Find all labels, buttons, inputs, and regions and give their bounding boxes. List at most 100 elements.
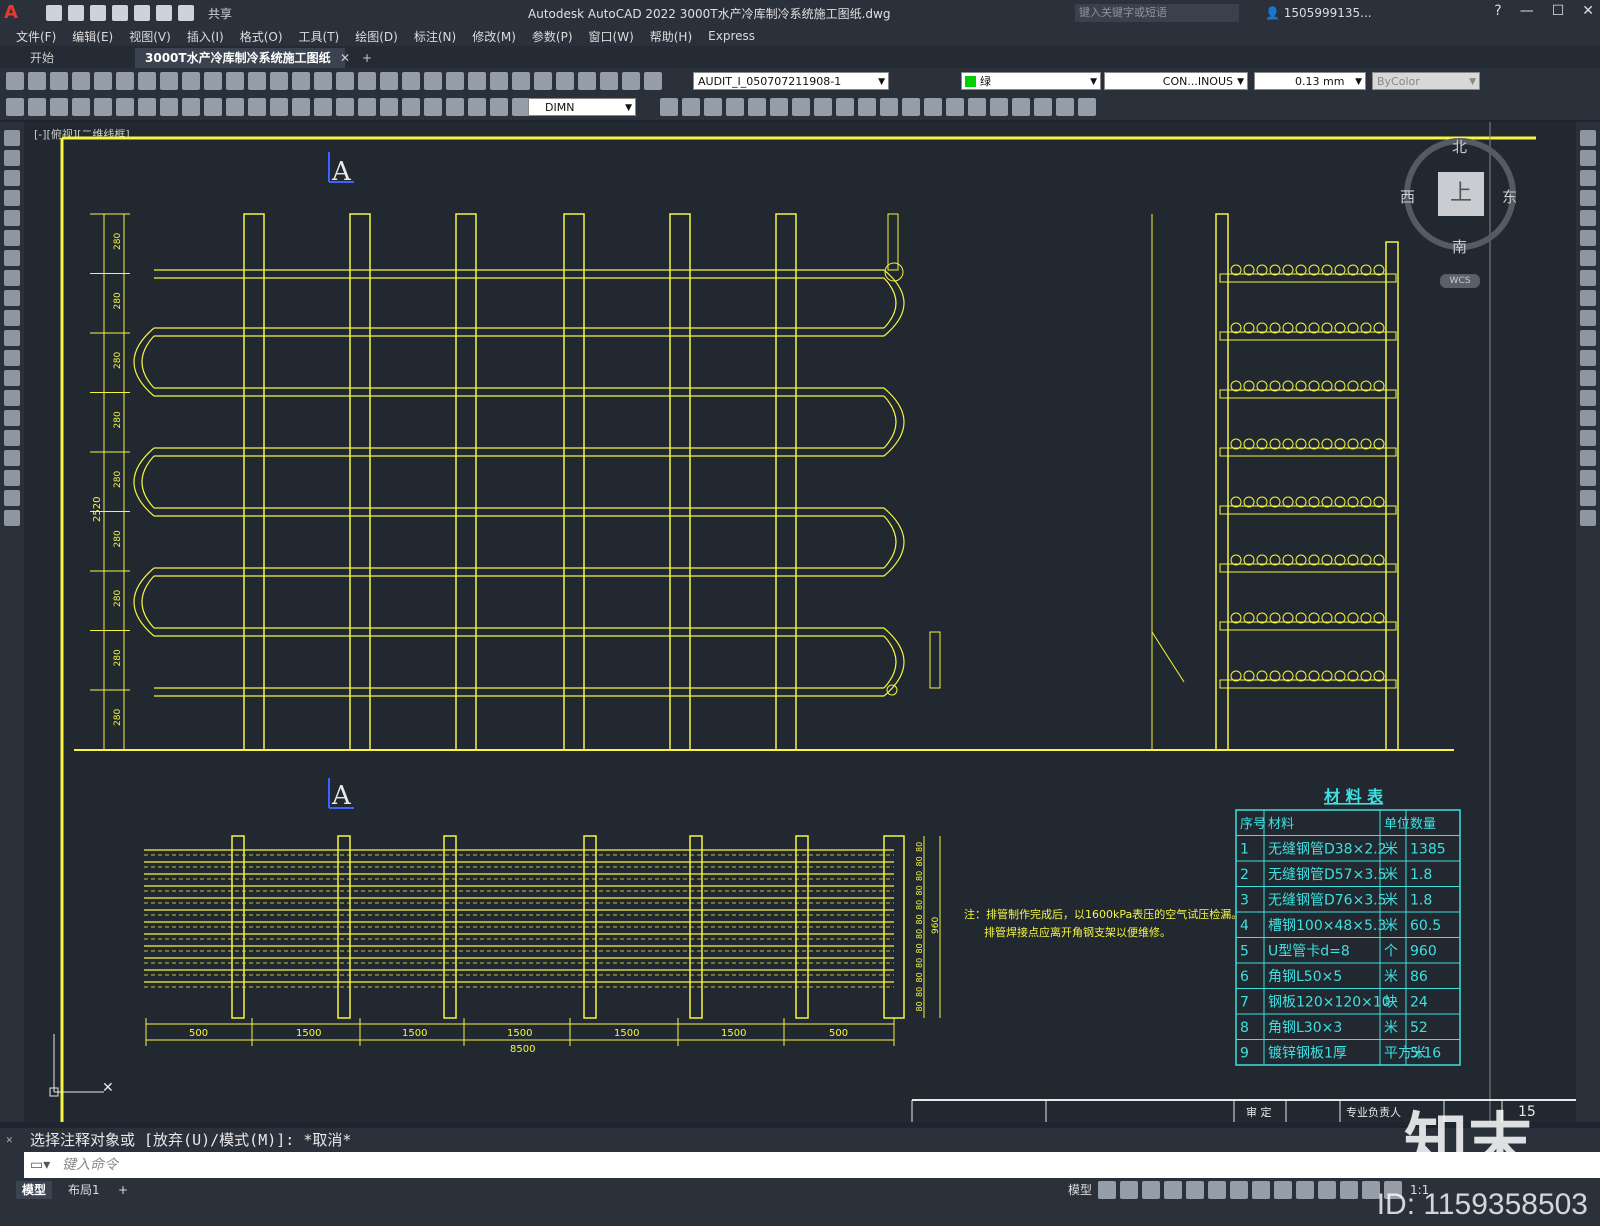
- side-tool-icon[interactable]: [4, 250, 20, 266]
- redo-icon[interactable]: [178, 5, 194, 21]
- side-tool-icon[interactable]: [4, 410, 20, 426]
- side-tool-icon[interactable]: [1580, 330, 1596, 346]
- dimension-tool-icon[interactable]: [314, 98, 332, 116]
- toolbar-tool-icon[interactable]: [160, 72, 178, 90]
- side-tool-icon[interactable]: [4, 190, 20, 206]
- side-tool-icon[interactable]: [4, 370, 20, 386]
- command-wrench-icon[interactable]: [0, 1152, 24, 1178]
- side-tool-icon[interactable]: [4, 330, 20, 346]
- toolbar-tool-icon[interactable]: [380, 72, 398, 90]
- tab-active-drawing[interactable]: 3000T水产冷库制冷系统施工图纸*: [135, 48, 345, 85]
- side-tool-icon[interactable]: [1580, 150, 1596, 166]
- viewcube-face-top[interactable]: 上: [1438, 172, 1484, 216]
- toolbar-tool-icon[interactable]: [446, 72, 464, 90]
- view-tool-icon[interactable]: [726, 98, 744, 116]
- dimension-tool-icon[interactable]: [94, 98, 112, 116]
- dimension-tool-icon[interactable]: [204, 98, 222, 116]
- menu-item[interactable]: 编辑(E): [72, 28, 113, 45]
- dimension-tool-icon[interactable]: [380, 98, 398, 116]
- wcs-menu[interactable]: WCS: [1440, 274, 1480, 288]
- side-tool-icon[interactable]: [4, 230, 20, 246]
- toolbar-tool-icon[interactable]: [28, 72, 46, 90]
- dimension-tool-icon[interactable]: [138, 98, 156, 116]
- side-tool-icon[interactable]: [1580, 470, 1596, 486]
- dimension-tool-icon[interactable]: [6, 98, 24, 116]
- view-tool-icon[interactable]: [748, 98, 766, 116]
- side-tool-icon[interactable]: [4, 290, 20, 306]
- menu-item[interactable]: 工具(T): [299, 28, 340, 45]
- dimension-tool-icon[interactable]: [424, 98, 442, 116]
- status-toggle-icon[interactable]: [1274, 1181, 1292, 1199]
- view-tool-icon[interactable]: [1034, 98, 1052, 116]
- dimension-tool-icon[interactable]: [468, 98, 486, 116]
- side-tool-icon[interactable]: [4, 430, 20, 446]
- linetype-dropdown[interactable]: CON...INOUS ▼: [1104, 72, 1248, 90]
- layout-tab[interactable]: 布局1: [62, 1181, 106, 1199]
- toolbar-tool-icon[interactable]: [578, 72, 596, 90]
- side-tool-icon[interactable]: [4, 470, 20, 486]
- side-tool-icon[interactable]: [1580, 230, 1596, 246]
- toolbar-tool-icon[interactable]: [490, 72, 508, 90]
- dimension-tool-icon[interactable]: [116, 98, 134, 116]
- toolbar-tool-icon[interactable]: [556, 72, 574, 90]
- viewcube-west[interactable]: 西: [1400, 186, 1415, 207]
- toolbar-tool-icon[interactable]: [116, 72, 134, 90]
- viewcube-east[interactable]: 东: [1502, 186, 1517, 207]
- side-tool-icon[interactable]: [4, 170, 20, 186]
- side-tool-icon[interactable]: [4, 490, 20, 506]
- view-tool-icon[interactable]: [770, 98, 788, 116]
- toolbar-tool-icon[interactable]: [182, 72, 200, 90]
- saveas-icon[interactable]: [112, 5, 128, 21]
- side-tool-icon[interactable]: [1580, 350, 1596, 366]
- user-account[interactable]: 👤 1505999135...: [1265, 6, 1372, 20]
- side-tool-icon[interactable]: [1580, 510, 1596, 526]
- toolbar-tool-icon[interactable]: [644, 72, 662, 90]
- side-tool-icon[interactable]: [4, 270, 20, 286]
- dimension-tool-icon[interactable]: [248, 98, 266, 116]
- view-tool-icon[interactable]: [946, 98, 964, 116]
- dimension-tool-icon[interactable]: [50, 98, 68, 116]
- status-toggle-icon[interactable]: [1252, 1181, 1270, 1199]
- menu-item[interactable]: Express: [708, 29, 755, 43]
- toolbar-tool-icon[interactable]: [6, 72, 24, 90]
- toolbar-tool-icon[interactable]: [50, 72, 68, 90]
- side-tool-icon[interactable]: [4, 150, 20, 166]
- side-tool-icon[interactable]: [1580, 490, 1596, 506]
- status-toggle-icon[interactable]: [1296, 1181, 1314, 1199]
- toolbar-tool-icon[interactable]: [600, 72, 618, 90]
- menu-item[interactable]: 格式(O): [240, 28, 283, 45]
- undo-icon[interactable]: [156, 5, 172, 21]
- toolbar-tool-icon[interactable]: [402, 72, 420, 90]
- menu-item[interactable]: 帮助(H): [650, 28, 692, 45]
- view-tool-icon[interactable]: [1056, 98, 1074, 116]
- autocad-logo-icon[interactable]: A: [4, 2, 26, 24]
- status-toggle-icon[interactable]: [1340, 1181, 1358, 1199]
- close-icon[interactable]: ✕: [6, 1128, 13, 1152]
- share-button[interactable]: 共享: [208, 5, 232, 22]
- plotstyle-dropdown[interactable]: ByColor ▼: [1372, 72, 1480, 90]
- view-tool-icon[interactable]: [968, 98, 986, 116]
- toolbar-tool-icon[interactable]: [534, 72, 552, 90]
- toolbar-tool-icon[interactable]: [292, 72, 310, 90]
- side-tool-icon[interactable]: [4, 390, 20, 406]
- layer-dropdown[interactable]: AUDIT_I_050707211908-1 ▼: [693, 72, 889, 90]
- menu-item[interactable]: 插入(I): [187, 28, 224, 45]
- dimension-tool-icon[interactable]: [358, 98, 376, 116]
- toolbar-tool-icon[interactable]: [204, 72, 222, 90]
- maximize-icon[interactable]: ☐: [1552, 3, 1565, 19]
- view-tool-icon[interactable]: [858, 98, 876, 116]
- dimension-tool-icon[interactable]: [28, 98, 46, 116]
- color-dropdown[interactable]: 绿 ▼: [961, 72, 1101, 90]
- view-tool-icon[interactable]: [990, 98, 1008, 116]
- menu-item[interactable]: 视图(V): [129, 28, 171, 45]
- side-tool-icon[interactable]: [4, 310, 20, 326]
- side-tool-icon[interactable]: [1580, 250, 1596, 266]
- dimension-tool-icon[interactable]: [336, 98, 354, 116]
- status-toggle-icon[interactable]: [1142, 1181, 1160, 1199]
- command-line[interactable]: ▭▾ 键入命令: [0, 1152, 1600, 1178]
- view-tool-icon[interactable]: [792, 98, 810, 116]
- side-tool-icon[interactable]: [1580, 290, 1596, 306]
- toolbar-tool-icon[interactable]: [226, 72, 244, 90]
- open-icon[interactable]: [68, 5, 84, 21]
- side-tool-icon[interactable]: [1580, 390, 1596, 406]
